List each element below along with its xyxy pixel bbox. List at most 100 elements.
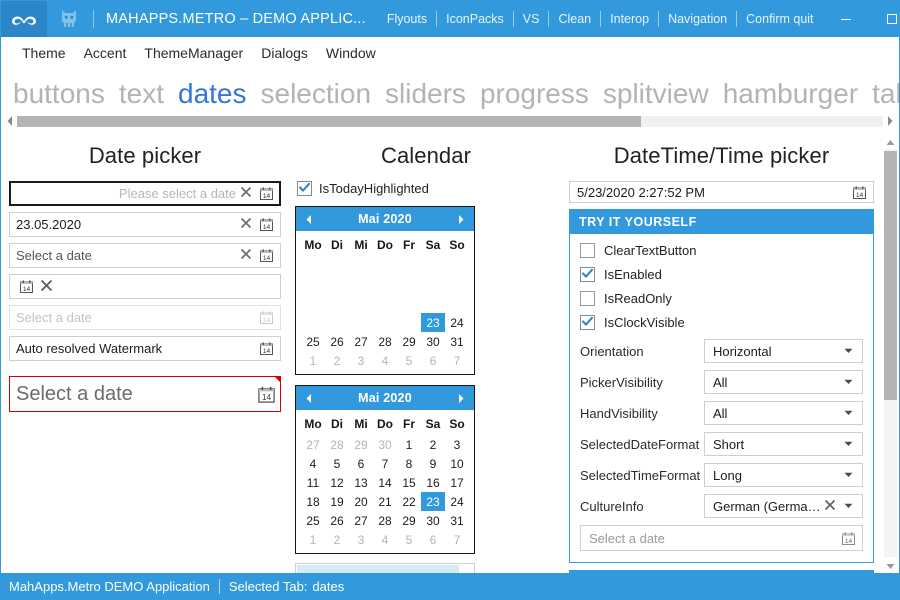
calendar-month-label[interactable]: Mai 2020 [322,391,448,405]
calendar-day[interactable]: 25 [301,332,325,351]
calendar-day[interactable]: 18 [301,492,325,511]
calendar-button[interactable]: 14 [256,384,276,404]
isclockvisible-checkbox[interactable] [580,315,595,330]
tab-buttons[interactable]: buttons [7,76,112,112]
titlebar-item-navigation[interactable]: Navigation [659,1,736,37]
tab-scroll-left-button[interactable] [3,114,17,128]
calendar-day[interactable]: 17 [445,473,469,492]
calendar-day[interactable]: 8 [397,454,421,473]
calendar-full[interactable]: Mai 2020 Mo Di Mi Do Fr Sa So 27 28 29 3… [295,385,475,554]
calendar-button[interactable]: 14 [256,215,276,235]
clear-button[interactable] [36,277,56,297]
calendar-day[interactable]: 25 [301,511,325,530]
menu-item-accent[interactable]: Accent [75,42,136,64]
tab-hamburger[interactable]: hamburger [716,76,865,112]
calendar-day[interactable]: 3 [445,435,469,454]
datepicker-icons-left[interactable]: 14 [9,274,281,299]
clear-button[interactable] [236,184,256,204]
calendar-day[interactable]: 12 [325,473,349,492]
calendar-button[interactable]: 14 [849,182,869,202]
datepicker-auto-watermark[interactable]: Auto resolved Watermark 14 [9,336,281,361]
calendar-next-button[interactable] [448,207,474,231]
datepicker-watermark[interactable]: Select a date 14 [9,243,281,268]
calendar-day[interactable]: 22 [397,492,421,511]
calendar-day-other-month[interactable]: 27 [301,435,325,454]
github-button[interactable] [47,1,91,37]
content-vertical-scrollbar[interactable] [882,133,899,573]
calendar-day-other-month[interactable]: 29 [349,435,373,454]
pickervisibility-dropdown[interactable]: All [704,370,863,394]
titlebar-item-clean[interactable]: Clean [549,1,600,37]
calendar-scroll-thumb[interactable] [297,565,459,573]
tab-selection[interactable]: selection [254,76,379,112]
calendar-day-other-month[interactable]: 30 [373,435,397,454]
calendar-day[interactable]: 2 [421,435,445,454]
option-cleartextbutton[interactable]: ClearTextButton [580,243,863,258]
calendar-day[interactable]: 28 [373,511,397,530]
handvisibility-dropdown[interactable]: All [704,401,863,425]
scroll-up-button[interactable] [882,133,899,149]
cultureinfo-dropdown[interactable]: German (Germany) (de-DE) [704,494,863,518]
calendar-day[interactable]: 15 [397,473,421,492]
cleartextbutton-checkbox[interactable] [580,243,595,258]
calendar-day[interactable]: 29 [397,332,421,351]
calendar-day[interactable]: 28 [373,332,397,351]
maximize-button[interactable] [869,1,900,37]
calendar-next-button[interactable] [448,386,474,410]
calendar-day-other-month[interactable]: 28 [325,435,349,454]
tab-progress[interactable]: progress [473,76,596,112]
calendar-day[interactable]: 14 [373,473,397,492]
calendar-day-selected[interactable]: 23 [421,313,445,332]
calendar-day[interactable]: 9 [421,454,445,473]
calendar-day-other-month[interactable]: 7 [445,530,469,549]
menu-item-dialogs[interactable]: Dialogs [252,42,317,64]
calendar-day[interactable]: 16 [421,473,445,492]
isenabled-checkbox[interactable] [580,267,595,282]
calendar-day-other-month[interactable]: 5 [397,530,421,549]
calendar-button[interactable]: 14 [16,277,36,297]
calendar-day[interactable]: 5 [325,454,349,473]
menu-item-theme[interactable]: Theme [13,42,75,64]
datepicker-with-value[interactable]: 23.05.2020 14 [9,212,281,237]
calendar-day-other-month[interactable]: 4 [373,351,397,370]
calendar-day[interactable]: 24 [445,492,469,511]
calendar-day-other-month[interactable]: 7 [445,351,469,370]
calendar-day[interactable]: 10 [445,454,469,473]
calendar-day[interactable]: 27 [349,332,373,351]
calendar-day[interactable]: 13 [349,473,373,492]
calendar-day-other-month[interactable]: 3 [349,351,373,370]
calendar-button[interactable]: 14 [256,246,276,266]
calendar-day-other-month[interactable]: 2 [325,351,349,370]
calendar-day-selected[interactable]: 23 [421,492,445,511]
calendar-day-other-month[interactable]: 2 [325,530,349,549]
scroll-thumb[interactable] [884,151,897,400]
calendar-day[interactable]: 4 [301,454,325,473]
calendar-day[interactable]: 30 [421,332,445,351]
menu-item-thememanager[interactable]: ThemeManager [135,42,252,64]
calendar-button[interactable]: 14 [838,528,858,548]
calendar-day[interactable]: 27 [349,511,373,530]
cultureinfo-clear-button[interactable] [821,499,839,514]
calendar-day[interactable]: 31 [445,511,469,530]
tab-tabcontrol[interactable]: tabcontrol [865,76,899,112]
calendar-day[interactable]: 11 [301,473,325,492]
is-today-highlighted-checkbox[interactable] [297,181,312,196]
datetime-main-field[interactable]: 5/23/2020 2:27:52 PM 14 [569,181,874,203]
isreadonly-checkbox[interactable] [580,291,595,306]
selectedtimeformat-dropdown[interactable]: Long [704,463,863,487]
calendar-day[interactable]: 30 [421,511,445,530]
option-isenabled[interactable]: IsEnabled [580,267,863,282]
calendar-day[interactable]: 29 [397,511,421,530]
option-isclockvisible[interactable]: IsClockVisible [580,315,863,330]
datepicker-invalid[interactable]: Select a date 14 [9,376,281,412]
calendar-day[interactable]: 20 [349,492,373,511]
calendar-day[interactable]: 26 [325,511,349,530]
calendar-horizontal-scrollbar[interactable] [295,563,475,573]
menu-item-window[interactable]: Window [317,42,385,64]
tab-splitview[interactable]: splitview [596,76,716,112]
calendar-day-other-month[interactable]: 6 [421,530,445,549]
calendar-day-other-month[interactable]: 4 [373,530,397,549]
scroll-track[interactable] [884,149,897,557]
calendar-day-other-month[interactable]: 5 [397,351,421,370]
calendar-day[interactable]: 26 [325,332,349,351]
